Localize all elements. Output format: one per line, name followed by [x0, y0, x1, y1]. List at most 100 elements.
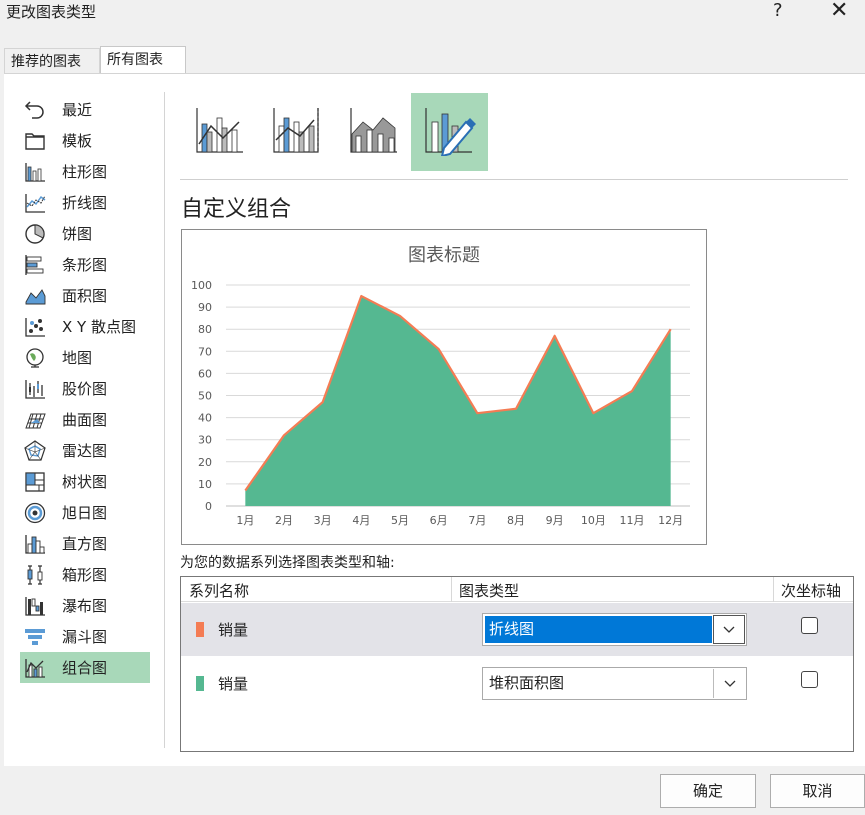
sidebar-item-area[interactable]: 面积图: [20, 280, 150, 311]
radar-chart-icon: [22, 439, 48, 463]
sidebar-item-sunburst[interactable]: 旭日图: [20, 497, 150, 528]
series-color-swatch: [196, 622, 204, 637]
chart-type-value: 折线图: [485, 616, 712, 643]
area-chart-icon: [22, 284, 48, 308]
series-row[interactable]: 销量 折线图: [181, 603, 853, 656]
surface-chart-icon: [22, 408, 48, 432]
y-tick-label: 30: [198, 434, 212, 447]
undo-icon: [22, 98, 48, 122]
sidebar-item-funnel[interactable]: 漏斗图: [20, 621, 150, 652]
y-tick-label: 60: [198, 367, 212, 380]
line-chart-icon: [22, 191, 48, 215]
sidebar-item-label: X Y 散点图: [62, 318, 136, 336]
series-row[interactable]: 销量 堆积面积图: [181, 657, 853, 710]
series-table: 系列名称 图表类型 次坐标轴 销量 折线图 销量 堆积面积图: [180, 576, 854, 752]
subtype-stacked-area-clustered-column[interactable]: [334, 93, 411, 171]
sidebar-item-label: 旭日图: [62, 504, 108, 522]
chevron-down-icon[interactable]: [713, 615, 745, 644]
x-tick-label: 4月: [352, 514, 370, 527]
secondary-axis-checkbox[interactable]: [801, 617, 818, 634]
x-tick-label: 10月: [581, 514, 606, 527]
close-button[interactable]: ✕: [830, 0, 848, 23]
clustered-column-line-icon: [193, 104, 245, 160]
section-heading: 自定义组合: [181, 197, 292, 222]
y-tick-label: 40: [198, 412, 212, 425]
sidebar-item-histogram[interactable]: 直方图: [20, 528, 150, 559]
combo-chart-icon: [22, 656, 48, 680]
sidebar-item-scatter[interactable]: X Y 散点图: [20, 311, 150, 342]
x-tick-label: 5月: [391, 514, 409, 527]
chart-svg: 图表标题 0 10 20 30 40 50 60 70 80 90 100 1月 2月 3月 4月 5月 6月 7月…: [191, 245, 690, 527]
header-secondary-axis: 次坐标轴: [781, 582, 842, 600]
series-table-header: 系列名称 图表类型 次坐标轴: [181, 577, 853, 602]
help-button[interactable]: ?: [773, 0, 783, 21]
sidebar-item-line[interactable]: 折线图: [20, 187, 150, 218]
chart-title: 图表标题: [408, 245, 480, 266]
chevron-down-icon[interactable]: [713, 669, 745, 698]
chart-preview: 图表标题 0 10 20 30 40 50 60 70 80 90 100 1月 2月 3月 4月 5月 6月 7月…: [181, 229, 707, 545]
sidebar-item-surface[interactable]: 曲面图: [20, 404, 150, 435]
chart-category-list: 最近 模板 柱形图 折线图 饼图 条形图 面积图 X Y 散点图 地图 股价图 …: [20, 94, 150, 754]
sidebar-item-label: 柱形图: [62, 163, 108, 181]
x-tick-label: 9月: [546, 514, 564, 527]
sidebar-item-label: 瀑布图: [62, 597, 108, 615]
area-series: [245, 296, 671, 506]
column-chart-icon: [22, 160, 48, 184]
x-tick-label: 1月: [236, 514, 254, 527]
series-name: 销量: [218, 675, 249, 693]
subtype-clustered-column-line[interactable]: [180, 93, 257, 171]
dialog-title: 更改图表类型: [6, 3, 97, 21]
sidebar-item-bar[interactable]: 条形图: [20, 249, 150, 280]
x-tick-label: 3月: [314, 514, 332, 527]
x-tick-label: 2月: [275, 514, 293, 527]
sidebar-item-label: 面积图: [62, 287, 108, 305]
subtype-clustered-column-line-secondary-axis[interactable]: [257, 93, 334, 171]
tab-recommended-charts[interactable]: 推荐的图表: [4, 48, 100, 75]
scatter-chart-icon: [22, 315, 48, 339]
treemap-icon: [22, 470, 48, 494]
series-color-swatch: [196, 676, 204, 691]
y-tick-label: 20: [198, 456, 212, 469]
y-tick-label: 70: [198, 345, 212, 358]
sidebar-item-label: 模板: [62, 132, 93, 150]
chart-type-select[interactable]: 堆积面积图: [482, 667, 747, 700]
sidebar-item-combo[interactable]: 组合图: [20, 652, 150, 683]
y-tick-label: 50: [198, 390, 212, 403]
title-bar: 更改图表类型 ? ✕: [0, 0, 865, 36]
stock-chart-icon: [22, 377, 48, 401]
column-divider: [451, 577, 452, 602]
sidebar-item-pie[interactable]: 饼图: [20, 218, 150, 249]
pie-chart-icon: [22, 222, 48, 246]
globe-icon: [22, 346, 48, 370]
sidebar-item-recent[interactable]: 最近: [20, 94, 150, 125]
sidebar-item-box-whisker[interactable]: 箱形图: [20, 559, 150, 590]
sidebar-item-label: 箱形图: [62, 566, 108, 584]
sidebar-item-label: 条形图: [62, 256, 108, 274]
subtype-custom-combination[interactable]: [411, 93, 488, 171]
ok-button[interactable]: 确定: [660, 774, 756, 808]
sidebar-item-label: 饼图: [62, 225, 93, 243]
series-table-caption: 为您的数据系列选择图表类型和轴:: [180, 555, 395, 571]
sidebar-item-radar[interactable]: 雷达图: [20, 435, 150, 466]
all-charts-panel: 最近 模板 柱形图 折线图 饼图 条形图 面积图 X Y 散点图 地图 股价图 …: [4, 73, 865, 766]
cancel-button[interactable]: 取消: [770, 774, 865, 808]
sidebar-item-column[interactable]: 柱形图: [20, 156, 150, 187]
column-divider: [773, 577, 774, 602]
header-series-name: 系列名称: [189, 582, 250, 600]
sidebar-item-map[interactable]: 地图: [20, 342, 150, 373]
sidebar-item-label: 雷达图: [62, 442, 108, 460]
box-whisker-icon: [22, 563, 48, 587]
tab-all-charts[interactable]: 所有图表: [100, 46, 186, 73]
custom-combination-icon: [422, 104, 478, 160]
secondary-axis-checkbox[interactable]: [801, 671, 818, 688]
sidebar-item-stock[interactable]: 股价图: [20, 373, 150, 404]
sidebar-item-templates[interactable]: 模板: [20, 125, 150, 156]
series-name: 销量: [218, 621, 249, 639]
header-chart-type: 图表类型: [459, 582, 520, 600]
sidebar-item-label: 直方图: [62, 535, 108, 553]
clustered-column-line-secondary-axis-icon: [270, 104, 322, 160]
chart-type-select[interactable]: 折线图: [482, 613, 747, 646]
y-tick-label: 90: [198, 301, 212, 314]
sidebar-item-treemap[interactable]: 树状图: [20, 466, 150, 497]
sidebar-item-waterfall[interactable]: 瀑布图: [20, 590, 150, 621]
